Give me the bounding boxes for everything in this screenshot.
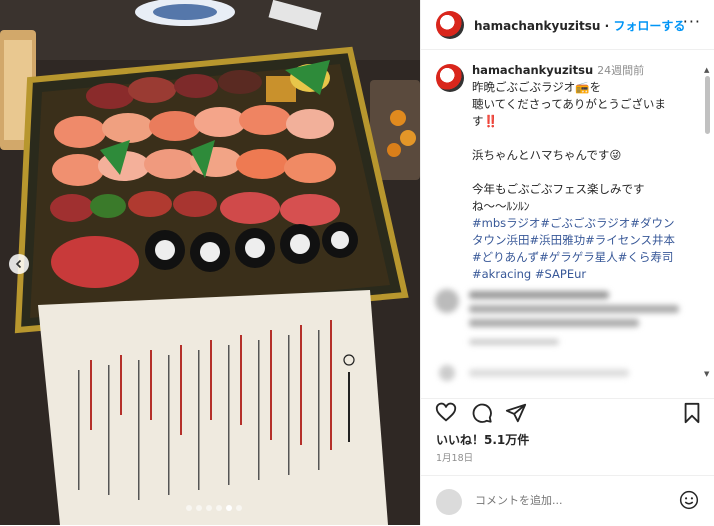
- sushi-platter-image: [0, 0, 420, 525]
- carousel-dot-active: [226, 505, 232, 511]
- post-date[interactable]: 1月18日: [436, 450, 473, 464]
- caption-scrollbar[interactable]: ▲ ▼: [704, 66, 711, 378]
- hashtag-line[interactable]: タウン浜田#浜田雅功#ライセンス井本: [472, 232, 692, 249]
- emoji-icon[interactable]: [679, 490, 699, 510]
- scroll-thumb[interactable]: [705, 76, 710, 134]
- carousel-prev-button[interactable]: [9, 254, 29, 274]
- scroll-down-icon[interactable]: ▼: [704, 370, 709, 378]
- header-username[interactable]: hamachankyuzitsu: [474, 19, 600, 33]
- caption-line: 昨晩ごぶごぶラジオ📻を: [472, 80, 602, 94]
- comment-input[interactable]: [475, 494, 655, 507]
- follow-button[interactable]: フォローする: [613, 19, 685, 33]
- header-user-line: hamachankyuzitsu · フォローする: [474, 17, 685, 34]
- post-header: hamachankyuzitsu · フォローする ···: [421, 0, 714, 50]
- blurred-comments: [435, 289, 679, 381]
- hashtag-line[interactable]: #どりあんず#ゲラゲラ星人#くら寿司: [472, 249, 692, 266]
- avatar: [436, 489, 462, 515]
- header-separator: ·: [600, 19, 614, 33]
- carousel-dot: [236, 505, 242, 511]
- caption-body: hamachankyuzitsu 24週間前 昨晩ごぶごぶラジオ📻を 聴いてくださ…: [472, 62, 692, 283]
- caption-line: 今年もごぶごぶフェス楽しみです: [472, 182, 645, 196]
- carousel-dot: [186, 505, 192, 511]
- carousel-indicator: [186, 505, 242, 511]
- bookmark-icon[interactable]: [681, 402, 703, 424]
- chevron-left-icon: [15, 259, 22, 269]
- caption-username[interactable]: hamachankyuzitsu: [472, 63, 593, 77]
- heart-icon[interactable]: [435, 402, 457, 424]
- avatar[interactable]: [436, 64, 464, 92]
- carousel-dot: [206, 505, 212, 511]
- share-icon[interactable]: [505, 402, 527, 424]
- post-photo[interactable]: [0, 0, 420, 525]
- post-side-panel: hamachankyuzitsu · フォローする ··· hamachanky…: [420, 0, 714, 525]
- avatar[interactable]: [436, 11, 464, 39]
- caption-line: ね〜〜ﾙﾝﾙﾝ: [472, 199, 530, 213]
- hashtag-line[interactable]: #mbsラジオ#ごぶごぶラジオ#ダウン: [472, 215, 692, 232]
- caption-line: す‼️: [472, 114, 498, 128]
- caption-time[interactable]: 24週間前: [597, 64, 644, 77]
- caption-line: 浜ちゃんとハマちゃんです😜: [472, 148, 622, 162]
- hashtag-line[interactable]: #akracing #SAPEur: [472, 266, 692, 283]
- likes-count[interactable]: いいね！5.1万件: [436, 431, 529, 448]
- comment-bar: [421, 475, 714, 526]
- scroll-up-icon[interactable]: ▲: [704, 66, 709, 74]
- caption-line: 聴いてくださってありがとうございま: [472, 97, 666, 111]
- carousel-dot: [196, 505, 202, 511]
- more-options-icon[interactable]: ···: [683, 12, 701, 31]
- comment-icon[interactable]: [471, 402, 493, 424]
- action-bar: [421, 398, 714, 435]
- carousel-dot: [216, 505, 222, 511]
